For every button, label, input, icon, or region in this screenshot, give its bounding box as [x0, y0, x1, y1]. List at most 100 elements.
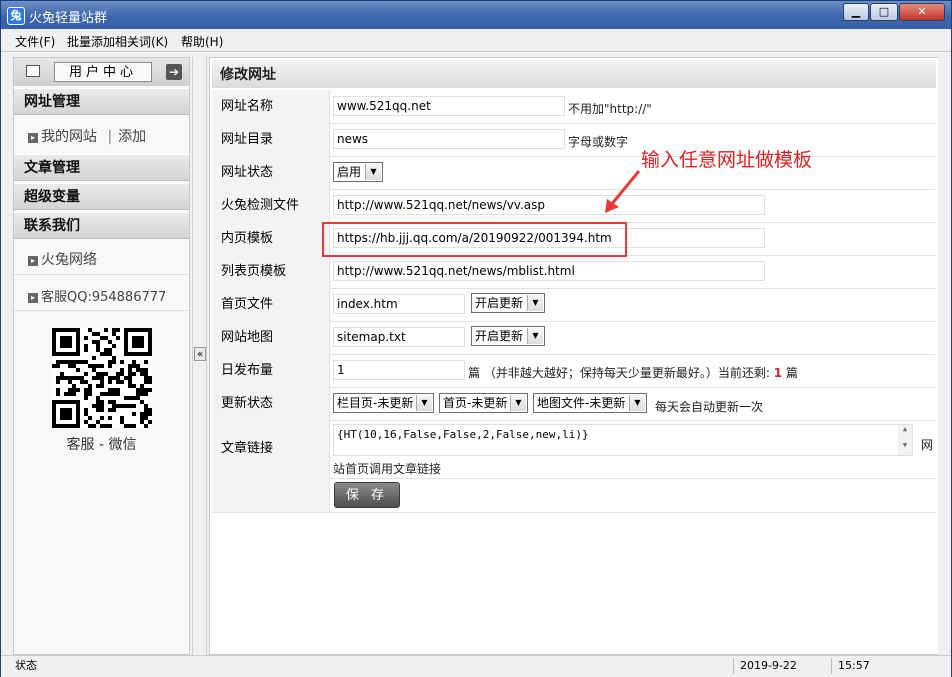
- row-site-dir: 网址目录 news 字母或数字: [213, 123, 935, 157]
- save-button[interactable]: 保 存: [334, 482, 400, 508]
- collapse-sidebar-icon[interactable]: «: [194, 347, 206, 361]
- arrow-bullet-icon: ▸: [28, 293, 38, 303]
- update-status-label: 更新状态: [213, 387, 330, 420]
- section-contact-us[interactable]: 联系我们: [14, 212, 189, 239]
- sitemap-status-value: 地图文件-未更新: [537, 396, 626, 410]
- sidebar-item-support-qq[interactable]: ▸ 客服QQ:954886777: [28, 286, 166, 305]
- rabbit-app-icon: 兔: [7, 7, 25, 25]
- status-time: 15:57: [831, 658, 891, 674]
- menu-help[interactable]: 帮助(H): [181, 33, 223, 50]
- row-article-link: 文章链接 {HT(10,16,False,False,2,False,new,l…: [213, 420, 935, 479]
- arrow-bullet-icon: ▸: [28, 256, 38, 266]
- site-name-input[interactable]: www.521qq.net: [333, 96, 565, 116]
- status-bar: 状态 2019-9-22 15:57: [1, 655, 951, 677]
- close-button[interactable]: ✕: [899, 3, 945, 21]
- menu-bar: 文件(F) 批量添加相关词(K) 帮助(H): [1, 29, 951, 52]
- sitemap-label: 网站地图: [213, 321, 330, 354]
- remaining-unit: 篇: [785, 366, 798, 380]
- inner-template-label: 内页模板: [213, 222, 330, 255]
- sitemap-status-select[interactable]: 地图文件-未更新 ▼: [533, 393, 647, 413]
- window-icon[interactable]: [26, 65, 40, 77]
- site-status-select[interactable]: 启用 ▼: [333, 162, 383, 182]
- sidebar-item-my-sites: ▸ 我的网站 | 添加: [28, 126, 146, 146]
- remaining-count: 1: [773, 366, 783, 380]
- wechat-qr-code: [52, 328, 152, 428]
- section-super-variables[interactable]: 超级变量: [14, 183, 189, 210]
- site-name-label: 网址名称: [213, 90, 330, 123]
- daily-count-input[interactable]: 1: [333, 360, 465, 380]
- row-list-template: 列表页模板 http://www.521qq.net/news/mblist.h…: [213, 255, 935, 289]
- site-name-hint: 不用加"http://": [568, 102, 652, 116]
- menu-batch-add-keywords[interactable]: 批量添加相关词(K): [67, 33, 168, 50]
- sidebar-splitter[interactable]: «: [192, 57, 207, 655]
- logout-arrow-icon[interactable]: ➔: [166, 64, 182, 80]
- dropdown-arrow-icon: ▼: [510, 395, 526, 411]
- user-bar: 用户中心 ➔: [14, 58, 189, 86]
- row-site-status: 网址状态 启用 ▼: [213, 156, 935, 190]
- minimize-button[interactable]: ▁: [843, 3, 869, 21]
- section-article-management[interactable]: 文章管理: [14, 154, 189, 181]
- list-template-label: 列表页模板: [213, 255, 330, 288]
- my-sites-link[interactable]: 我的网站: [41, 129, 97, 145]
- row-save: 保 存: [213, 478, 935, 513]
- section-url-management[interactable]: 网址管理: [14, 88, 189, 115]
- update-status-hint: 每天会自动更新一次: [655, 400, 764, 414]
- daily-count-hint: 篇 （并非越大越好；保持每天少量更新最好。）当前还剩: 1 篇: [468, 364, 798, 381]
- arrow-bullet-icon: ▸: [28, 133, 38, 143]
- annotation-arrow-icon: [605, 170, 641, 213]
- detect-file-label: 火兔检测文件: [213, 189, 330, 222]
- article-link-textarea[interactable]: {HT(10,16,False,False,2,False,new,li)} ▲…: [333, 424, 913, 456]
- site-status-value: 启用: [337, 165, 362, 179]
- sidebar: 用户中心 ➔ 网址管理 ▸ 我的网站 | 添加 文章管理 超级变量 联系我们 ▸ 火兔…: [13, 57, 190, 655]
- support-qq-label: 客服QQ:954886777: [41, 290, 167, 305]
- dropdown-arrow-icon: ▼: [527, 328, 543, 344]
- dropdown-arrow-icon: ▼: [629, 395, 645, 411]
- site-status-label: 网址状态: [213, 156, 330, 189]
- dropdown-arrow-icon: ▼: [416, 395, 432, 411]
- row-home-file: 首页文件 index.htm 开启更新 ▼: [213, 288, 935, 322]
- status-label: 状态: [15, 659, 37, 672]
- article-link-value: {HT(10,16,False,False,2,False,new,li)}: [337, 428, 589, 441]
- sitemap-update-value: 开启更新: [475, 329, 524, 343]
- row-update-status: 更新状态 栏目页-未更新 ▼ 首页-未更新 ▼ 地图文件-未更新 ▼ 每天会自动…: [213, 387, 935, 421]
- annotation-text: 输入任意网址做模板: [641, 149, 813, 171]
- site-dir-label: 网址目录: [213, 123, 330, 156]
- menu-file[interactable]: 文件(F): [15, 33, 55, 50]
- sidebar-item-huotu-network[interactable]: ▸ 火兔网络: [28, 249, 97, 269]
- window-title: 火兔轻量站群: [29, 11, 108, 26]
- article-link-label: 文章链接: [213, 420, 330, 478]
- list-template-input[interactable]: http://www.521qq.net/news/mblist.html: [333, 261, 765, 281]
- dropdown-arrow-icon: ▼: [365, 164, 381, 180]
- row-detect-file: 火兔检测文件 http://www.521qq.net/news/vv.asp: [213, 189, 935, 223]
- detect-file-input[interactable]: http://www.521qq.net/news/vv.asp: [333, 195, 765, 215]
- dropdown-arrow-icon: ▼: [527, 295, 543, 311]
- main-scrollbar[interactable]: [938, 57, 951, 655]
- maximize-button[interactable]: □: [870, 3, 898, 21]
- site-dir-input[interactable]: news: [333, 129, 565, 149]
- sitemap-update-select[interactable]: 开启更新 ▼: [471, 326, 545, 346]
- huotu-network-label: 火兔网络: [41, 252, 97, 268]
- panel-title: 修改网址: [212, 60, 936, 88]
- title-bar: 兔 火兔轻量站群 ▁ □ ✕: [1, 1, 951, 29]
- user-center-button[interactable]: 用户中心: [54, 62, 152, 82]
- home-file-input[interactable]: index.htm: [333, 294, 465, 314]
- column-page-status-value: 栏目页-未更新: [337, 396, 414, 410]
- main-panel: 修改网址 网址名称 www.521qq.net 不用加"http://" 网址目…: [209, 57, 939, 655]
- home-file-update-value: 开启更新: [475, 296, 524, 310]
- app-window: 兔 火兔轻量站群 ▁ □ ✕ 文件(F) 批量添加相关词(K) 帮助(H) 用户…: [0, 0, 952, 677]
- daily-count-note: （并非越大越好；保持每天少量更新最好。）当前还剩:: [483, 366, 770, 380]
- home-file-label: 首页文件: [213, 288, 330, 321]
- status-date: 2019-9-22: [733, 658, 831, 674]
- add-site-link[interactable]: 添加: [118, 129, 146, 145]
- home-file-update-select[interactable]: 开启更新 ▼: [471, 293, 545, 313]
- row-daily-count: 日发布量 1 篇 （并非越大越好；保持每天少量更新最好。）当前还剩: 1 篇: [213, 354, 935, 388]
- daily-unit: 篇: [468, 366, 481, 380]
- home-page-status-select[interactable]: 首页-未更新 ▼: [439, 393, 528, 413]
- annotation-highlight-box: [322, 222, 627, 257]
- column-page-status-select[interactable]: 栏目页-未更新 ▼: [333, 393, 434, 413]
- textarea-scrollbar[interactable]: ▲ ▼: [898, 425, 912, 455]
- home-page-status-value: 首页-未更新: [443, 396, 508, 410]
- article-link-hint: 站首页调用文章链接: [333, 462, 442, 476]
- daily-count-label: 日发布量: [213, 354, 330, 387]
- sitemap-input[interactable]: sitemap.txt: [333, 327, 465, 347]
